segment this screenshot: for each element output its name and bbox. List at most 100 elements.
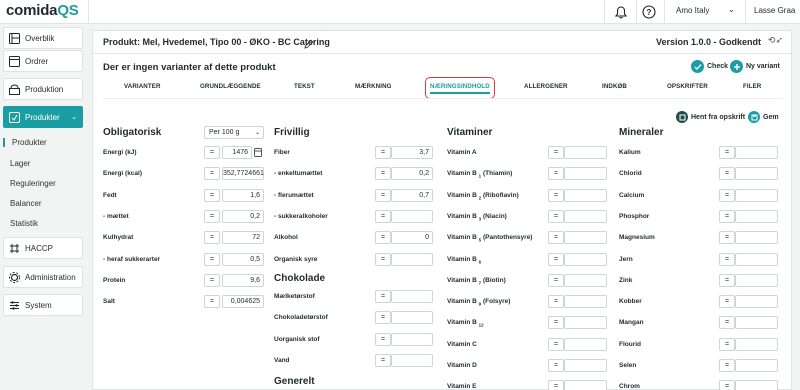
operator-select[interactable]: =	[548, 316, 564, 330]
chocolate-value-field[interactable]	[391, 311, 433, 325]
operator-select[interactable]: =	[548, 337, 564, 351]
sidebar-item-ordrer[interactable]: Ordrer	[3, 50, 83, 72]
mandatory-value-field[interactable]: 0,004625	[222, 295, 264, 309]
tab-naeringsindhold[interactable]: NÆRINGSINDHOLD	[425, 77, 495, 99]
optional-value-field[interactable]: 3,7	[391, 146, 433, 159]
tab-tekst[interactable]: TEKST	[294, 83, 315, 90]
vitamin-value-field[interactable]	[564, 188, 607, 202]
mineral-value-field[interactable]	[735, 316, 778, 330]
operator-select[interactable]: =	[719, 273, 735, 287]
user-menu[interactable]: Lasse Graa	[754, 6, 795, 15]
operator-select[interactable]: =	[548, 209, 564, 223]
sidebar-item-system[interactable]: System	[3, 294, 83, 316]
tab-grundlaeggende[interactable]: GRUNDLÆGGENDE	[200, 83, 261, 90]
vitamin-value-field[interactable]	[564, 146, 607, 159]
operator-select[interactable]: =	[719, 295, 735, 309]
operator-select[interactable]: =	[375, 332, 391, 346]
operator-select[interactable]: =	[548, 252, 564, 266]
operator-select[interactable]: =	[548, 231, 564, 245]
mineral-value-field[interactable]	[735, 273, 778, 287]
version-actions[interactable]: ⟲➶	[768, 35, 783, 46]
sidebar-item-produkter[interactable]: Produkter ⌄	[3, 106, 83, 128]
tab-filer[interactable]: FILER	[743, 83, 761, 90]
operator-select[interactable]: =	[719, 188, 735, 202]
location-selector[interactable]: Amo Italy	[676, 6, 709, 15]
vitamin-value-field[interactable]	[564, 316, 607, 330]
mineral-value-field[interactable]	[735, 231, 778, 245]
operator-select[interactable]: =	[204, 231, 220, 245]
operator-select[interactable]: =	[548, 146, 564, 159]
operator-select[interactable]: =	[548, 273, 564, 287]
operator-select[interactable]: =	[204, 295, 220, 309]
tab-varianter[interactable]: VARIANTER	[124, 83, 161, 90]
mandatory-value-field[interactable]: 1476	[222, 146, 252, 159]
operator-select[interactable]: =	[548, 380, 564, 390]
operator-select[interactable]: =	[204, 209, 220, 223]
operator-select[interactable]: =	[375, 231, 391, 245]
check-button[interactable]: Check	[691, 60, 728, 73]
mandatory-value-field[interactable]: 0,5	[222, 252, 264, 266]
fetch-from-recipe-button[interactable]: Hent fra opskrift	[676, 111, 745, 123]
vitamin-value-field[interactable]	[564, 295, 607, 309]
edit-pencil-icon[interactable]	[304, 36, 314, 54]
mandatory-value-field[interactable]: 9,6	[222, 273, 264, 287]
tab-allergener[interactable]: ALLERGENER	[524, 83, 568, 90]
sidebar-item-haccp[interactable]: HACCP	[3, 237, 83, 259]
chocolate-value-field[interactable]	[391, 353, 433, 367]
version-status[interactable]: Version 1.0.0 - Godkendt	[656, 37, 761, 47]
sidebar-item-administration[interactable]: Administration	[3, 266, 83, 288]
tab-maerkning[interactable]: MÆRKNING	[355, 83, 392, 90]
operator-select[interactable]: =	[719, 167, 735, 181]
operator-select[interactable]: =	[719, 380, 735, 390]
operator-select[interactable]: =	[548, 167, 564, 181]
vitamin-value-field[interactable]	[564, 337, 607, 351]
operator-select[interactable]: =	[375, 209, 391, 223]
mineral-value-field[interactable]	[735, 359, 778, 372]
mineral-value-field[interactable]	[735, 337, 778, 351]
sidebar-sub-lager[interactable]: Lager	[10, 159, 30, 168]
mineral-value-field[interactable]	[735, 209, 778, 223]
operator-select[interactable]: =	[204, 167, 220, 181]
chocolate-value-field[interactable]	[391, 332, 433, 346]
operator-select[interactable]: =	[719, 252, 735, 266]
operator-select[interactable]: =	[548, 359, 564, 372]
vitamin-value-field[interactable]	[564, 209, 607, 223]
vitamin-value-field[interactable]	[564, 380, 607, 390]
optional-value-field[interactable]: 0,2	[391, 167, 433, 181]
optional-value-field[interactable]	[391, 252, 433, 266]
mineral-value-field[interactable]	[735, 188, 778, 202]
optional-value-field[interactable]: 0,7	[391, 188, 433, 202]
mandatory-value-field[interactable]: 1,6	[222, 188, 264, 202]
operator-select[interactable]: =	[375, 290, 391, 303]
chevron-down-icon[interactable]: ⌄	[728, 5, 735, 14]
vitamin-value-field[interactable]	[564, 273, 607, 287]
operator-select[interactable]: =	[719, 316, 735, 330]
vitamin-value-field[interactable]	[564, 359, 607, 372]
operator-select[interactable]: =	[375, 167, 391, 181]
sidebar-item-produktion[interactable]: Produktion	[3, 78, 83, 100]
per-unit-select[interactable]: Per 100 g ⌄	[204, 126, 264, 139]
operator-select[interactable]: =	[719, 209, 735, 223]
operator-select[interactable]: =	[719, 231, 735, 245]
mineral-value-field[interactable]	[735, 146, 778, 159]
calculator-icon[interactable]	[253, 146, 263, 159]
operator-select[interactable]: =	[204, 273, 220, 287]
tab-indkoeb[interactable]: INDKØB	[602, 83, 627, 90]
help-icon[interactable]: ?	[641, 4, 657, 20]
chocolate-value-field[interactable]	[391, 290, 433, 303]
operator-select[interactable]: =	[375, 311, 391, 325]
tab-opskrifter[interactable]: OPSKRIFTER	[667, 83, 708, 90]
rocket-icon[interactable]: ➶	[775, 35, 783, 45]
save-button[interactable]: Gem	[748, 111, 779, 123]
app-logo[interactable]: comidaQS	[6, 2, 79, 19]
operator-select[interactable]: =	[204, 146, 220, 159]
new-variant-button[interactable]: Ny variant	[730, 60, 780, 73]
operator-select[interactable]: =	[719, 359, 735, 372]
sidebar-sub-balancer[interactable]: Balancer	[10, 199, 42, 208]
sidebar-item-overblik[interactable]: Overblik	[3, 27, 83, 49]
mineral-value-field[interactable]	[735, 167, 778, 181]
mandatory-value-field[interactable]: 352,7724661	[222, 167, 264, 181]
optional-value-field[interactable]	[391, 209, 433, 223]
operator-select[interactable]: =	[375, 252, 391, 266]
operator-select[interactable]: =	[719, 337, 735, 351]
